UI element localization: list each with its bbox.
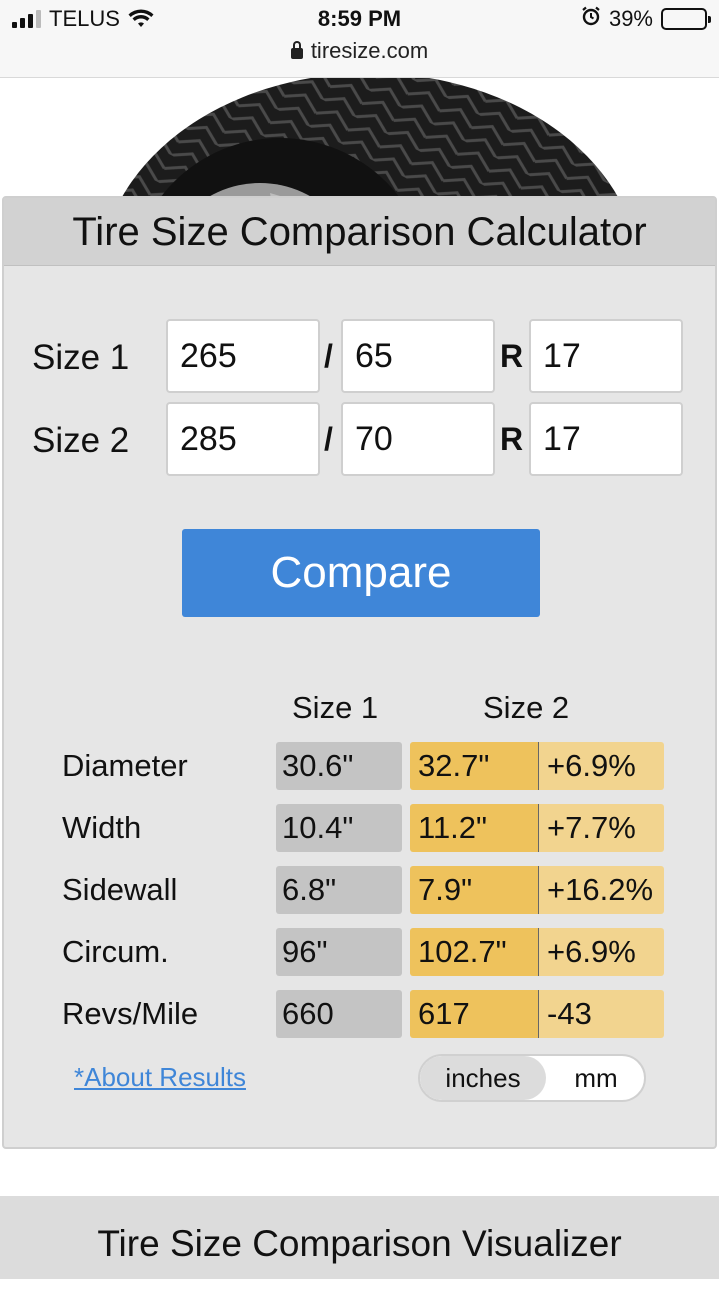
status-bar: TELUS 8:59 PM 39% tiresize.com (0, 0, 719, 78)
alarm-icon (581, 6, 601, 32)
calculator-title: Tire Size Comparison Calculator (4, 198, 715, 266)
result-diff-value: -43 (538, 990, 664, 1038)
result-label: Diameter (62, 748, 188, 783)
result-size1-value: 660 (276, 990, 402, 1038)
visualizer-header: Tire Size Comparison Visualizer (0, 1196, 719, 1279)
size1-rim-input[interactable]: 17 (529, 319, 683, 393)
results-col-size2: Size 2 (483, 690, 570, 725)
size2-width-input[interactable]: 285 (166, 402, 320, 476)
result-label: Revs/Mile (62, 996, 199, 1031)
size2-r-label: R (500, 421, 524, 457)
result-size2-value: 7.9" (410, 866, 538, 914)
size2-label: Size 2 (32, 421, 130, 460)
size2-ratio-input[interactable]: 70 (341, 402, 495, 476)
unit-mm-option[interactable]: mm (546, 1056, 644, 1100)
size2-rim-input[interactable]: 17 (529, 402, 683, 476)
unit-toggle[interactable]: inches mm (418, 1054, 646, 1102)
result-size1-value: 10.4" (276, 804, 402, 852)
unit-inches-option[interactable]: inches (420, 1056, 546, 1100)
result-size1-value: 6.8" (276, 866, 402, 914)
result-size2-value: 11.2" (410, 804, 538, 852)
size1-label: Size 1 (32, 338, 130, 377)
tire-illustration (116, 78, 624, 208)
result-diff-value: +16.2% (538, 866, 664, 914)
size1-width-input[interactable]: 265 (166, 319, 320, 393)
result-size1-value: 30.6" (276, 742, 402, 790)
calculator-card: Tire Size Comparison Calculator Size 1 2… (2, 196, 717, 1149)
result-label: Width (62, 810, 142, 845)
size1-ratio-input[interactable]: 65 (341, 319, 495, 393)
battery-percent: 39% (608, 6, 653, 31)
tire-hero-image (0, 78, 719, 208)
lock-icon (290, 41, 303, 59)
about-results-link[interactable]: *About Results (74, 1062, 246, 1093)
size2-slash: / (324, 421, 333, 457)
url-text: tiresize.com (310, 38, 429, 63)
result-diff-value: +6.9% (538, 742, 664, 790)
result-diff-value: +7.7% (538, 804, 664, 852)
result-diff-value: +6.9% (538, 928, 664, 976)
result-size2-value: 102.7" (410, 928, 538, 976)
result-label: Circum. (62, 934, 169, 969)
battery-icon (661, 8, 711, 30)
status-right: 39% (581, 6, 711, 32)
results-col-size1: Size 1 (292, 690, 379, 725)
compare-button[interactable]: Compare (182, 529, 540, 617)
result-label: Sidewall (62, 872, 178, 907)
size1-slash: / (324, 338, 333, 374)
size1-r-label: R (500, 338, 524, 374)
result-size1-value: 96" (276, 928, 402, 976)
result-size2-value: 32.7" (410, 742, 538, 790)
url-bar[interactable]: tiresize.com (0, 38, 719, 64)
result-size2-value: 617 (410, 990, 538, 1038)
